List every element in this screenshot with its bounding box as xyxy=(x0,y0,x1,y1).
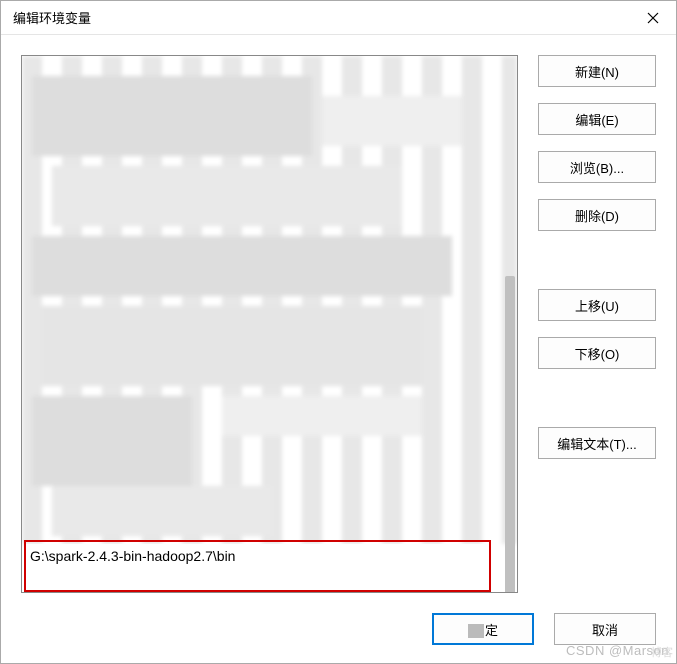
new-button[interactable]: 新建(N) xyxy=(538,55,656,87)
redacted-entries xyxy=(22,56,517,544)
redacted-block xyxy=(42,306,422,386)
close-button[interactable] xyxy=(630,1,676,35)
edit-text-button[interactable]: 编辑文本(T)... xyxy=(538,427,656,459)
cancel-button[interactable]: 取消 xyxy=(554,613,656,645)
path-listbox[interactable]: G:\spark-2.4.3-bin-hadoop2.7\bin xyxy=(21,55,518,593)
dialog-body: G:\spark-2.4.3-bin-hadoop2.7\bin 新建(N) 编… xyxy=(1,35,676,603)
button-column: 新建(N) 编辑(E) 浏览(B)... 删除(D) 上移(U) 下移(O) 编… xyxy=(538,55,656,593)
redacted-char xyxy=(468,624,484,638)
ok-label-suffix: 定 xyxy=(485,623,498,638)
edit-button[interactable]: 编辑(E) xyxy=(538,103,656,135)
list-item[interactable]: G:\spark-2.4.3-bin-hadoop2.7\bin xyxy=(26,544,487,568)
edit-env-var-dialog: 编辑环境变量 G:\spark-2.4.3-bin-hadoop2.7\bin … xyxy=(0,0,677,664)
close-icon xyxy=(647,12,659,24)
dialog-footer: 定 取消 xyxy=(1,603,676,663)
browse-button[interactable]: 浏览(B)... xyxy=(538,151,656,183)
dialog-title: 编辑环境变量 xyxy=(13,8,91,27)
ok-button[interactable]: 定 xyxy=(432,613,534,645)
redacted-block xyxy=(52,486,272,536)
move-up-button[interactable]: 上移(U) xyxy=(538,289,656,321)
redacted-block xyxy=(32,76,312,156)
redacted-block xyxy=(322,96,462,146)
scrollbar-thumb[interactable] xyxy=(505,276,515,593)
delete-button[interactable]: 删除(D) xyxy=(538,199,656,231)
redacted-block xyxy=(32,396,192,486)
redacted-block xyxy=(52,166,402,226)
redacted-block xyxy=(222,396,422,436)
move-down-button[interactable]: 下移(O) xyxy=(538,337,656,369)
redacted-block xyxy=(32,236,452,296)
titlebar: 编辑环境变量 xyxy=(1,1,676,35)
